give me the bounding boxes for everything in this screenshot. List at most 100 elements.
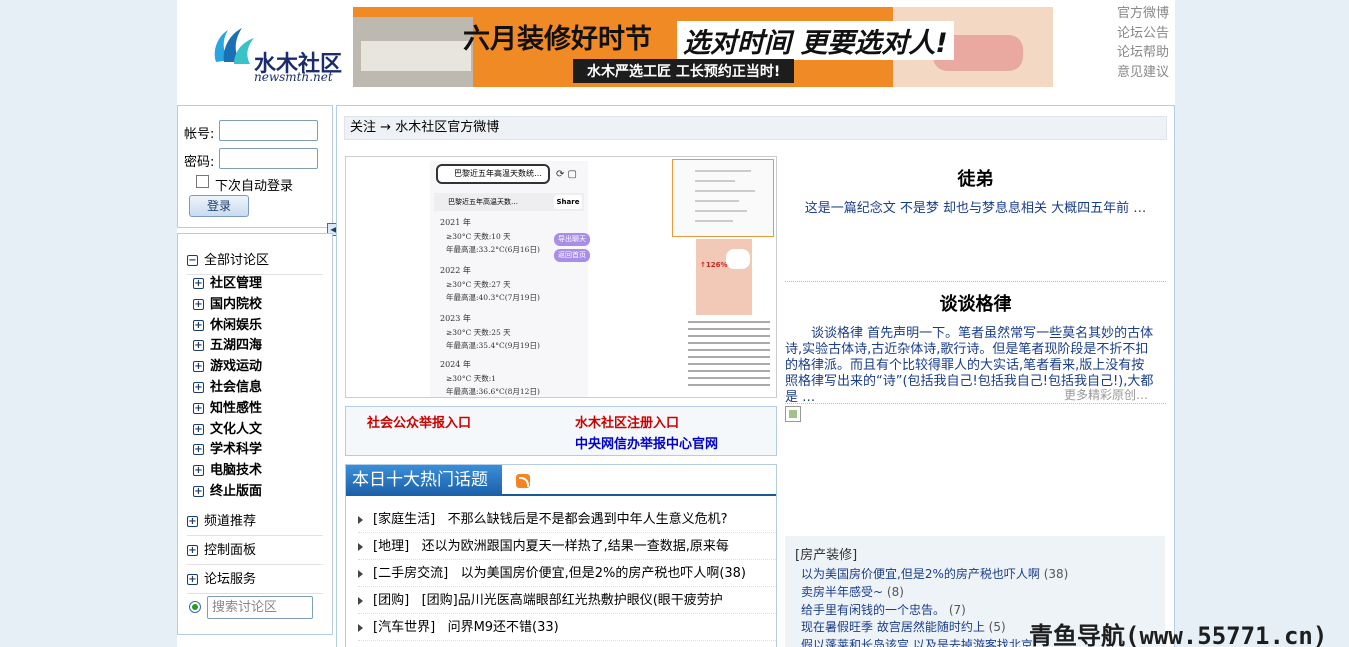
list-item[interactable]: [汽车世界] 问界M9还不错(33): [358, 614, 776, 641]
triangle-icon: [358, 623, 363, 632]
link-announcements[interactable]: 论坛公告: [1117, 24, 1169, 44]
more-originals-link[interactable]: 更多精彩原创…: [1064, 386, 1148, 403]
banner-headline: 六月装修好时节: [463, 24, 652, 55]
nav-control-panel[interactable]: + 控制面板: [187, 539, 323, 565]
topic-board[interactable]: [家庭生活]: [373, 512, 435, 527]
banner-slogan: 选对时间 更要选对人!: [677, 21, 954, 60]
triangle-icon: [358, 596, 363, 605]
post-count: (7): [948, 602, 966, 617]
triangle-icon: [358, 569, 363, 578]
divider: [785, 403, 1166, 404]
crumb-link-weibo[interactable]: 水木社区官方微博: [395, 120, 499, 135]
plus-icon: +: [193, 423, 204, 435]
post-title[interactable]: 卖房半年感受~: [801, 585, 883, 599]
list-item[interactable]: [家庭生活] 不那么缺钱后是不是都会遇到中年人生意义危机?: [358, 506, 776, 533]
sidebar-item-emotion[interactable]: + 知性感性: [193, 399, 262, 420]
board-search-input[interactable]: 搜索讨论区: [207, 596, 313, 619]
sidebar-item-regions[interactable]: + 五湖四海: [193, 336, 262, 357]
post-title[interactable]: 给手里有闲钱的一个忠告。: [801, 603, 945, 617]
report-links: 社会公众举报入口 水木社区注册入口 中央网信办举报中心官网: [345, 406, 777, 456]
hot-topics: 本日十大热门话题 [家庭生活] 不那么缺钱后是不是都会遇到中年人生意义危机? […: [345, 464, 777, 647]
nav-service[interactable]: + 论坛服务: [187, 568, 323, 594]
nav-all-boards[interactable]: − 全部讨论区: [187, 249, 323, 275]
nav-channel[interactable]: + 频道推荐: [187, 510, 323, 536]
list-item[interactable]: 卖房半年感受~ (8): [801, 584, 1068, 602]
article-title[interactable]: 谈谈格律: [785, 290, 1166, 316]
sidebar-item-computers[interactable]: + 电脑技术: [193, 461, 262, 482]
list-item[interactable]: [二手房交流] 以为美国房价便宜,但是2%的房产税也吓人啊(38): [358, 560, 776, 587]
topic-board[interactable]: [二手房交流]: [373, 566, 448, 581]
topic-title[interactable]: 以为美国房价便宜,但是2%的房产税也吓人啊(38): [461, 566, 746, 581]
topic-title[interactable]: 问界M9还不错(33): [448, 620, 559, 635]
plus-icon: +: [187, 516, 198, 527]
sidebar-item-games[interactable]: + 游戏运动: [193, 357, 262, 378]
public-report-link[interactable]: 社会公众举报入口: [367, 412, 471, 431]
link-feedback[interactable]: 意见建议: [1117, 63, 1169, 83]
crumb-arrow: →: [380, 120, 392, 135]
site-logo[interactable]: 水木社区 newsmth.net: [210, 20, 350, 84]
sidebar-item-schools[interactable]: + 国内院校: [193, 295, 262, 316]
banner-bed-cover: [361, 41, 471, 71]
share-button: Share: [554, 195, 582, 209]
article-summary[interactable]: 这是一篇纪念文 不是梦 却也与梦息息相关 大概四五年前 …: [785, 201, 1166, 217]
weibo-image[interactable]: 巴黎近五年高温天数统… ⟳ ▢ 巴黎近五年高温天数… Share 2021 年 …: [345, 156, 777, 398]
logo-wave-icon: [214, 28, 254, 64]
account-input[interactable]: [219, 120, 318, 141]
sidebar-item-label: 游戏运动: [210, 359, 263, 375]
list-item[interactable]: 以为美国房价便宜,但是2%的房产税也吓人啊 (38): [801, 566, 1068, 584]
list-item[interactable]: [团购] [团购]品川光医高端眼部红光热敷护眼仪(眼干疲劳护: [358, 587, 776, 614]
cac-report-link[interactable]: 中央网信办举报中心官网: [575, 433, 718, 452]
article-title[interactable]: 徒弟: [785, 165, 1166, 191]
topic-board[interactable]: [汽车世界]: [373, 620, 435, 635]
sidebar-item-community[interactable]: + 社区管理: [193, 274, 262, 295]
plus-icon: +: [193, 381, 204, 393]
sidebar-item-society[interactable]: + 社会信息: [193, 378, 262, 399]
topic-title[interactable]: 还以为欧洲跟国内夏天一样热了,结果一查数据,原来每: [422, 539, 729, 554]
banner-subline: 水木严选工匠 工长预约正当时!: [573, 59, 795, 83]
year-max: 年最高温:36.6°C(8月12日): [446, 387, 540, 396]
year-label: 2022 年: [440, 266, 471, 275]
post-count: (38): [1043, 567, 1069, 581]
triangle-icon: [358, 515, 363, 524]
featured-article: 徒弟 这是一篇纪念文 不是梦 却也与梦息息相关 大概四五年前 …: [785, 165, 1166, 217]
ad-percent: ↑126%: [700, 261, 728, 269]
nav-service-label: 论坛服务: [204, 572, 257, 587]
plus-icon: +: [193, 298, 204, 310]
link-official-weibo[interactable]: 官方微博: [1117, 4, 1169, 24]
remember-checkbox[interactable]: [196, 175, 209, 188]
topic-title[interactable]: [团购]品川光医高端眼部红光热敷护眼仪(眼干疲劳护: [422, 593, 723, 608]
rss-icon[interactable]: [516, 474, 530, 488]
sidebar-item-closed[interactable]: + 终止版面: [193, 482, 262, 503]
search-radio-icon[interactable]: [189, 601, 201, 613]
triangle-icon: [358, 542, 363, 551]
crumb-follow: 关注: [350, 120, 377, 135]
sidebar-item-label: 电脑技术: [210, 463, 263, 479]
account-label: 帐号:: [184, 127, 215, 142]
chat-screenshot: 巴黎近五年高温天数统… ⟳ ▢ 巴黎近五年高温天数… Share 2021 年 …: [430, 161, 590, 397]
nav-channel-label: 频道推荐: [204, 514, 257, 529]
sidebar-item-culture[interactable]: + 文化人文: [193, 420, 262, 441]
password-input[interactable]: [219, 148, 318, 169]
topic-title[interactable]: 不那么缺钱后是不是都会遇到中年人生意义危机?: [448, 512, 728, 527]
banner-ad[interactable]: 六月装修好时节 选对时间 更要选对人! 水木严选工匠 工长预约正当时!: [353, 7, 1053, 87]
register-link[interactable]: 水木社区注册入口: [575, 412, 679, 431]
sidebar-item-science[interactable]: + 学术科学: [193, 440, 262, 461]
logo-url: newsmth.net: [254, 70, 333, 84]
year-days: ≥30°C 天数:10 天: [446, 232, 511, 241]
link-help[interactable]: 论坛帮助: [1117, 43, 1169, 63]
post-title[interactable]: 假以蓬莱和长岛该宫,以及是去掉游客找北京: [801, 638, 1033, 647]
login-button[interactable]: 登录: [189, 195, 249, 217]
topic-board[interactable]: [地理]: [373, 539, 409, 554]
topic-board[interactable]: [团购]: [373, 593, 409, 608]
year-max: 年最高温:35.4°C(9月19日): [446, 341, 540, 350]
post-title[interactable]: 现在暑假旺季 故宫居然能随时约上: [801, 620, 985, 634]
list-item[interactable]: [地理] 还以为欧洲跟国内夏天一样热了,结果一查数据,原来每: [358, 533, 776, 560]
sidebar-item-leisure[interactable]: + 休闲娱乐: [193, 316, 262, 337]
plus-icon: +: [193, 444, 204, 456]
plus-icon: +: [193, 485, 204, 497]
year-label: 2023 年: [440, 314, 471, 323]
plus-icon: +: [193, 340, 204, 352]
eye-massager-image: [726, 249, 750, 269]
post-title[interactable]: 以为美国房价便宜,但是2%的房产税也吓人啊: [801, 567, 1040, 581]
board-title[interactable]: [房产装修]: [795, 544, 857, 563]
